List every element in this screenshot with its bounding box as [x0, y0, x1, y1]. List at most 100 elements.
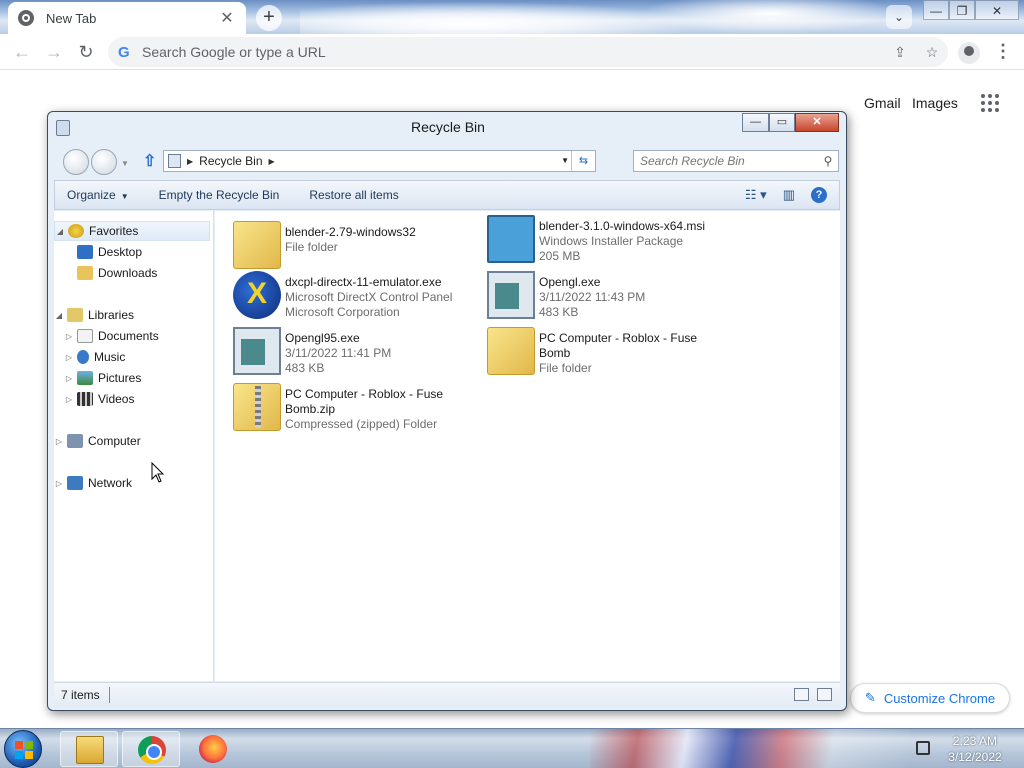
collapsed-triangle-icon[interactable]: ▷ [64, 374, 74, 383]
tab-search-icon[interactable]: ⌄ [886, 5, 912, 29]
profile-avatar[interactable] [958, 42, 980, 64]
list-item[interactable]: Opengl.exe 3/11/2022 11:43 PM 483 KB [487, 271, 732, 325]
expanded-triangle-icon[interactable]: ◢ [54, 311, 64, 320]
zip-folder-icon [233, 383, 281, 431]
nav-videos[interactable]: ▷ Videos [64, 389, 134, 409]
network-tray-icon[interactable] [916, 741, 930, 755]
list-item[interactable]: dxcpl-directx-11-emulator.exeMicrosoft D… [233, 271, 478, 325]
explorer-minimize-button[interactable]: — [742, 113, 769, 132]
file-name: Opengl95.exe [285, 331, 360, 345]
chrome-menu-icon[interactable]: ⋮ [994, 40, 1012, 64]
reload-button[interactable]: ↻ [74, 40, 98, 64]
file-name: PC Computer - Roblox - Fuse Bomb [539, 331, 698, 360]
recent-pages-chevron-icon[interactable]: ▼ [121, 159, 129, 168]
collapsed-triangle-icon[interactable]: ▷ [64, 353, 74, 362]
taskbar-explorer-button[interactable] [60, 731, 118, 767]
nav-label: Documents [98, 329, 159, 343]
expanded-triangle-icon[interactable]: ◢ [55, 227, 65, 236]
file-size: 205 MB [539, 249, 581, 263]
nav-libraries[interactable]: ◢ Libraries [54, 305, 134, 325]
images-link[interactable]: Images [912, 95, 958, 111]
nav-pictures[interactable]: ▷ Pictures [64, 368, 141, 388]
address-bar[interactable]: ▶ Recycle Bin ▶ ▼ ⇆ [163, 150, 596, 172]
explorer-close-button[interactable]: ✕ [795, 113, 839, 132]
forward-button[interactable]: → [42, 40, 66, 64]
file-list: blender-2.79-windows32 File folder blende… [215, 211, 840, 681]
gmail-link[interactable]: Gmail [864, 95, 901, 111]
nav-documents[interactable]: ▷ Documents [64, 326, 159, 346]
breadcrumb-separator-icon[interactable]: ▶ [269, 157, 275, 166]
breadcrumb-separator-icon[interactable]: ▶ [187, 157, 193, 166]
nav-downloads[interactable]: Downloads [74, 263, 157, 283]
list-item[interactable]: PC Computer - Roblox - Fuse Bomb.zip Comp… [233, 383, 478, 437]
new-tab-button[interactable]: + [256, 5, 282, 31]
explorer-maximize-button[interactable]: ▭ [769, 113, 795, 132]
film-strip-icon [77, 392, 93, 406]
file-name: dxcpl-directx-11-emulator.exe [285, 275, 442, 289]
browser-close-button[interactable]: ✕ [975, 0, 1019, 20]
breadcrumb-recycle-bin[interactable]: Recycle Bin [199, 154, 262, 168]
file-name: PC Computer - Roblox - Fuse Bomb.zip [285, 387, 444, 416]
address-dropdown-icon[interactable]: ▼ [561, 156, 569, 165]
taskbar: 2:23 AM 3/12/2022 [0, 728, 1024, 768]
share-icon[interactable]: ⇪ [884, 44, 916, 61]
google-g-icon: G [118, 43, 130, 61]
help-icon[interactable]: ? [811, 187, 827, 203]
details-view-icon[interactable] [794, 688, 809, 701]
collapsed-triangle-icon[interactable]: ▷ [64, 332, 74, 341]
nav-label: Videos [98, 392, 135, 406]
nav-favorites[interactable]: ◢ Favorites [54, 221, 210, 241]
tab-close-icon[interactable]: ✕ [218, 8, 236, 28]
tab-new-tab[interactable]: New Tab ✕ [8, 2, 246, 34]
list-item[interactable]: blender-3.1.0-windows-x64.msi Windows Ins… [487, 215, 732, 269]
chevron-down-icon: ▼ [120, 192, 129, 201]
nav-music[interactable]: ▷ Music [64, 347, 125, 367]
explorer-titlebar[interactable]: Recycle Bin — ▭ ✕ [48, 112, 846, 144]
empty-recycle-bin-button[interactable]: Empty the Recycle Bin [159, 188, 280, 202]
nav-desktop[interactable]: Desktop [74, 242, 142, 262]
browser-restore-button[interactable]: ❐ [949, 0, 975, 20]
view-toggle [794, 688, 832, 701]
customize-chrome-label: Customize Chrome [883, 690, 996, 706]
customize-chrome-button[interactable]: ✎ Customize Chrome [850, 683, 1010, 713]
organize-label: Organize [67, 188, 116, 202]
up-arrow-icon[interactable]: ⇧ [143, 154, 156, 170]
folder-icon [76, 736, 104, 764]
taskbar-chrome-button[interactable] [122, 731, 180, 767]
star-icon [68, 224, 84, 238]
browser-minimize-button[interactable]: — [923, 0, 949, 20]
list-item[interactable]: blender-2.79-windows32 File folder [233, 221, 478, 275]
explorer-forward-button[interactable] [91, 149, 117, 175]
start-button[interactable] [4, 730, 42, 768]
list-item[interactable]: PC Computer - Roblox - Fuse Bomb File fol… [487, 327, 732, 381]
large-icons-view-icon[interactable] [817, 688, 832, 701]
folder-icon [233, 221, 281, 269]
search-icon[interactable]: ⚲ [818, 154, 838, 168]
back-button[interactable]: ← [10, 40, 34, 64]
preview-pane-icon[interactable]: ▥ [783, 187, 795, 203]
command-bar: Organize ▼ Empty the Recycle Bin Restore … [54, 180, 840, 210]
refresh-icon[interactable]: ⇆ [571, 151, 595, 171]
restore-all-items-button[interactable]: Restore all items [309, 188, 398, 202]
omnibox[interactable]: G Search Google or type a URL ⇪ ☆ [108, 37, 948, 67]
organize-button[interactable]: Organize ▼ [67, 188, 129, 202]
bookmark-star-icon[interactable]: ☆ [916, 44, 948, 61]
list-item[interactable]: Opengl95.exe 3/11/2022 11:41 PM 483 KB [233, 327, 478, 381]
installer-package-icon [487, 215, 535, 263]
explorer-back-button[interactable] [63, 149, 89, 175]
search-input[interactable] [640, 154, 818, 168]
taskbar-firefox-button[interactable] [184, 731, 242, 767]
search-box[interactable]: ⚲ [633, 150, 839, 172]
google-apps-icon[interactable] [981, 94, 999, 112]
file-type: File folder [539, 361, 592, 375]
omnibox-placeholder[interactable]: Search Google or type a URL [142, 44, 884, 60]
nav-network[interactable]: ▷ Network [54, 473, 132, 493]
collapsed-triangle-icon[interactable]: ▷ [54, 437, 64, 446]
collapsed-triangle-icon[interactable]: ▷ [64, 395, 74, 404]
nav-label: Computer [88, 434, 141, 448]
collapsed-triangle-icon[interactable]: ▷ [54, 479, 64, 488]
change-view-icon[interactable]: ☷ ▾ [745, 187, 767, 203]
computer-icon [67, 434, 83, 448]
nav-computer[interactable]: ▷ Computer [54, 431, 141, 451]
clock[interactable]: 2:23 AM 3/12/2022 [940, 733, 1010, 765]
